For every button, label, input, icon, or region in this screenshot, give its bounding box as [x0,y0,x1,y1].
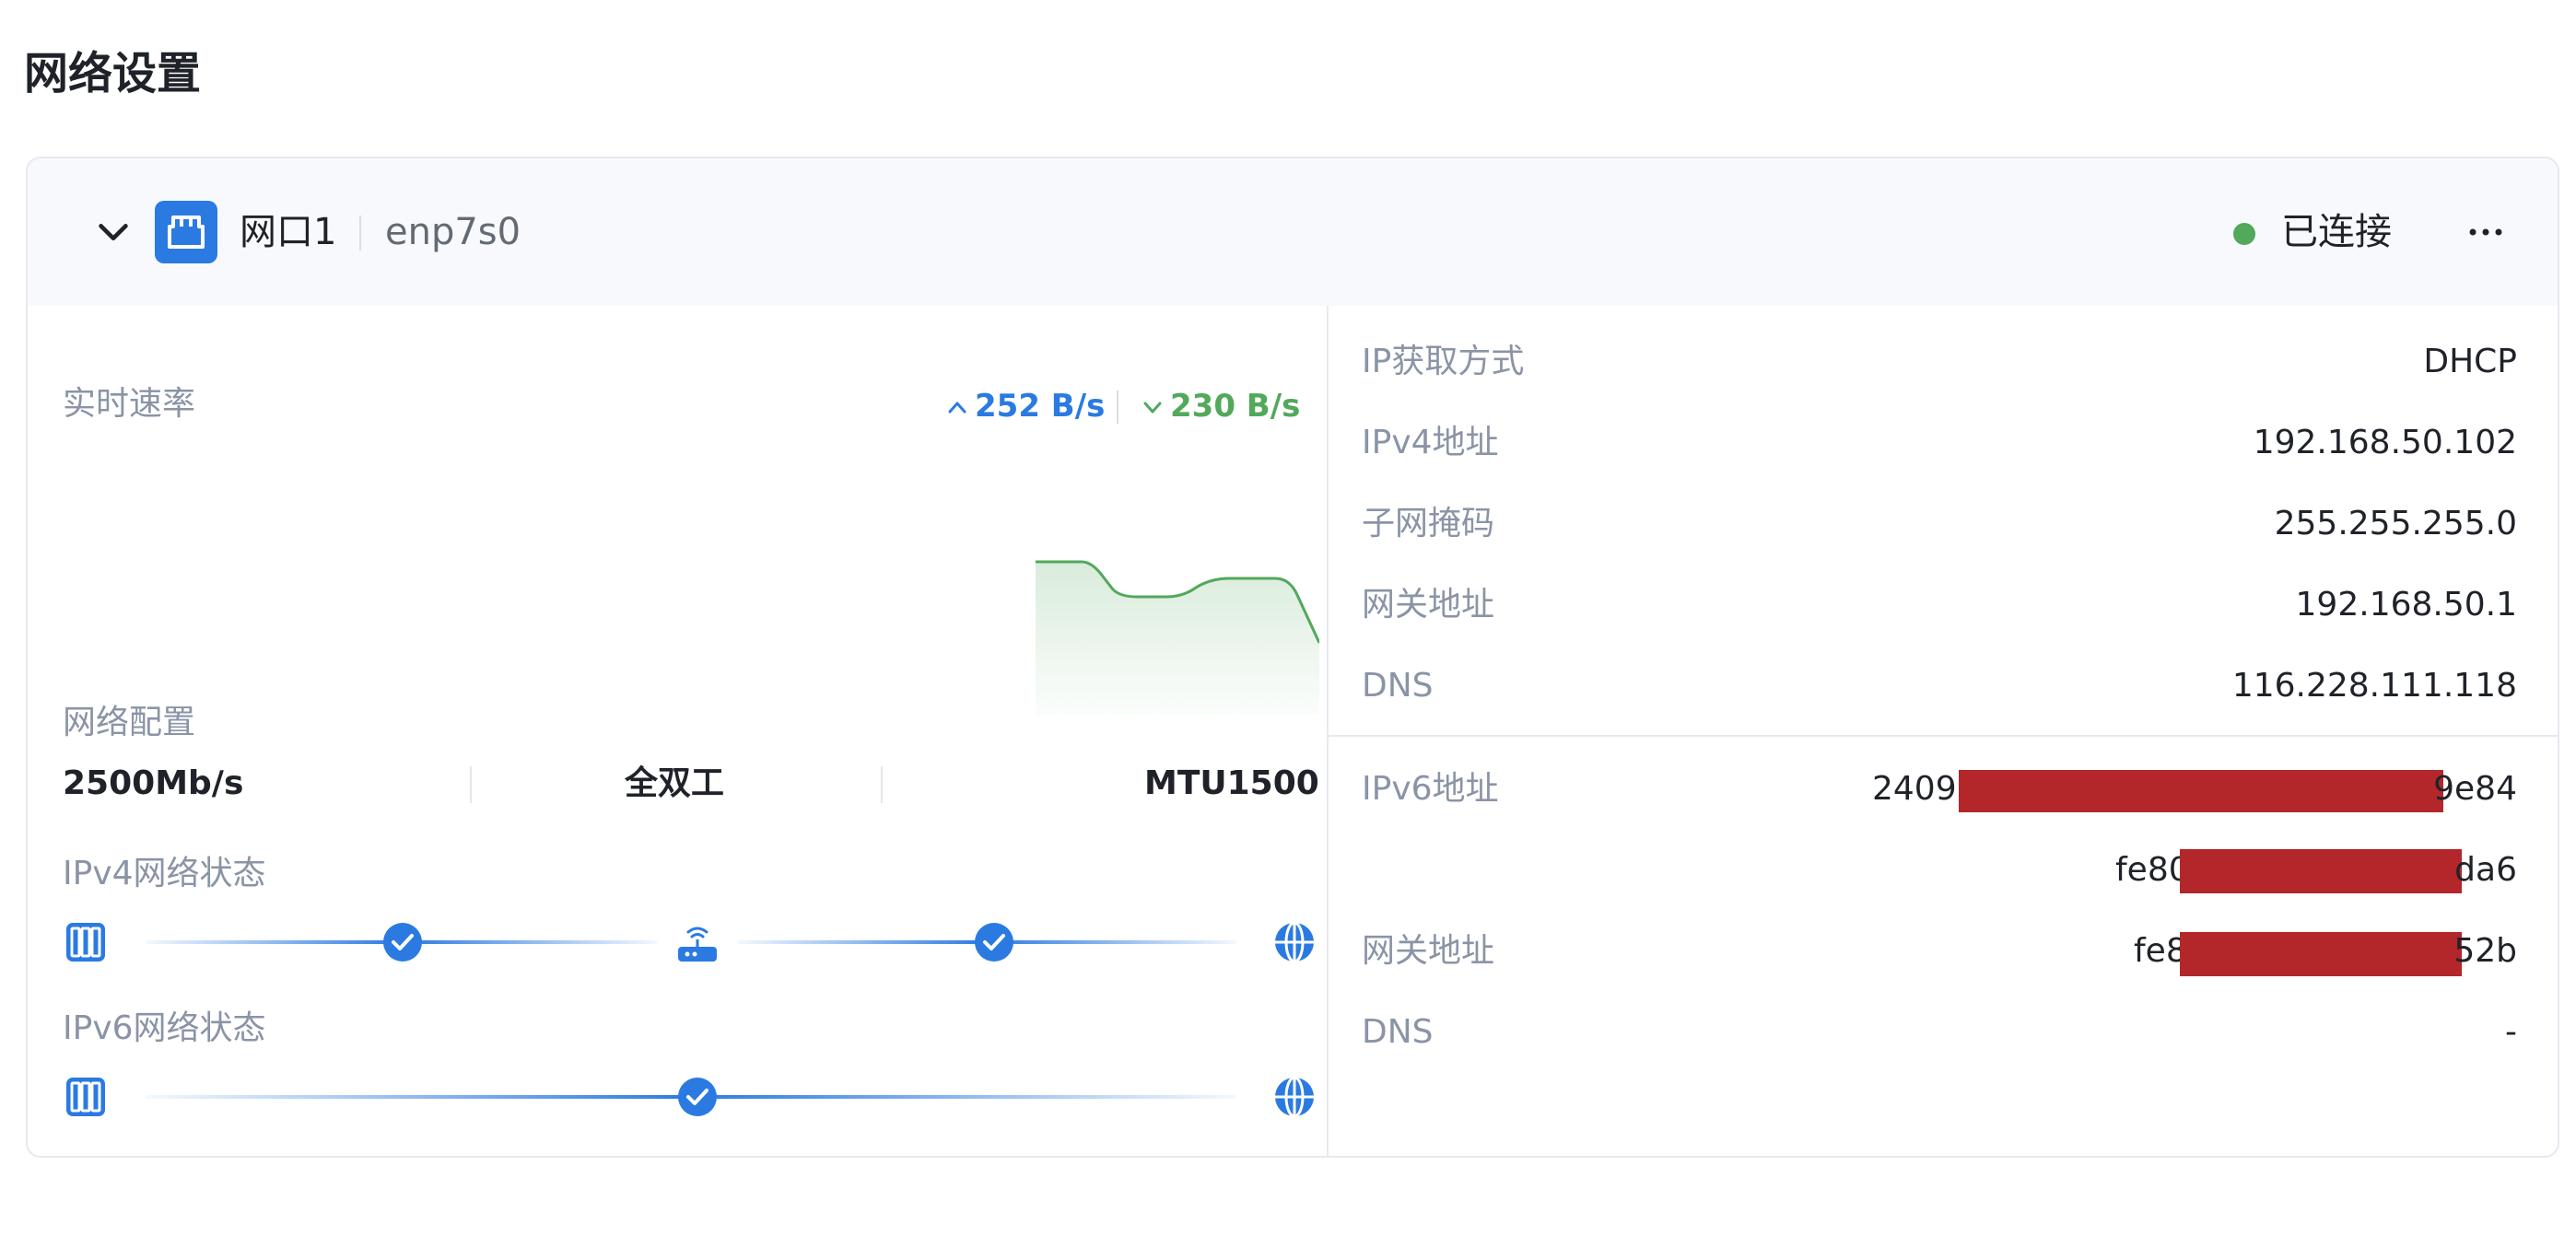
config-divider-1 [470,766,472,803]
port-name: 网口1 [240,211,337,253]
ipv4-ipv6-divider [1329,735,2558,737]
link-speed: 2500Mb/s [63,764,244,802]
redacted-block [2180,932,2462,976]
realtime-rate-label: 实时速率 [63,385,196,423]
realtime-rate-sparkline [1036,560,1319,715]
column-divider [1327,306,1329,1156]
header-divider [359,216,361,251]
upload-arrow-icon [948,402,966,414]
mtu-value: MTU1500 [1144,764,1319,802]
ipv4-row-label: IP获取方式 [1362,343,1525,380]
ipv6-dns-label: DNS [1362,1013,1434,1051]
page-title: 网络设置 [24,48,202,99]
device-name: enp7s0 [385,211,521,253]
status-dot [2233,223,2255,245]
ipv6-address-2-prefix: fe80 [2115,851,2190,889]
ipv4-row-value: 116.228.111.118 [2231,667,2517,705]
globe-icon [1275,1076,1314,1118]
ipv6-dns-value: - [2505,1013,2517,1051]
ipv4-row-value: DHCP [2423,343,2517,380]
download-area-drawn [1036,562,1319,715]
more-horizontal-icon[interactable] [2460,210,2512,254]
ipv4-row-label: 子网掩码 [1362,505,1495,542]
ipv4-row-value: 255.255.255.0 [2274,505,2517,542]
download-speed: 230 B/s [1170,388,1301,425]
chevron-down-icon[interactable] [92,212,135,254]
duplex-mode: 全双工 [625,764,725,802]
ipv4-row-label: DNS [1362,667,1434,705]
speed-divider [1117,391,1118,424]
ipv6-gateway-suffix: 52b [2453,932,2517,970]
device-icon [66,1078,105,1116]
ipv6-address-2-suffix: da6 [2454,851,2517,889]
ipv6-address-1-prefix: 2409: [1872,770,1968,808]
redacted-block [2180,849,2462,893]
globe-icon [1275,921,1314,963]
router-icon [678,927,717,962]
ipv6-gateway-label: 网关地址 [1362,932,1495,970]
ipv4-row-value: 192.168.50.102 [2253,424,2517,461]
ipv4-status-label: IPv4网络状态 [63,855,266,892]
device-icon [66,923,105,962]
network-port-card: 网口1 enp7s0 已连接 实时速率 252 B/s 230 B/s 网络配置… [26,157,2559,1158]
ipv6-address-1-suffix: 9e84 [2433,770,2517,808]
download-arrow-icon [1143,402,1162,414]
ethernet-port-icon [155,201,217,263]
card-header[interactable]: 网口1 enp7s0 已连接 [28,158,2558,306]
connection-status: 已连接 [2281,211,2392,253]
ipv4-row-value: 192.168.50.1 [2295,586,2517,624]
ipv6-status-label: IPv6网络状态 [63,1009,266,1047]
network-config-label: 网络配置 [63,704,196,741]
config-divider-2 [881,766,883,803]
ipv4-row-label: 网关地址 [1362,586,1495,624]
redacted-block [1959,770,2443,812]
check-icon [975,923,1013,962]
check-icon [383,923,422,962]
ipv4-row-label: IPv4地址 [1362,424,1499,461]
upload-speed: 252 B/s [975,388,1106,425]
check-icon [678,1078,717,1116]
ipv6-address-label: IPv6地址 [1362,770,1499,808]
